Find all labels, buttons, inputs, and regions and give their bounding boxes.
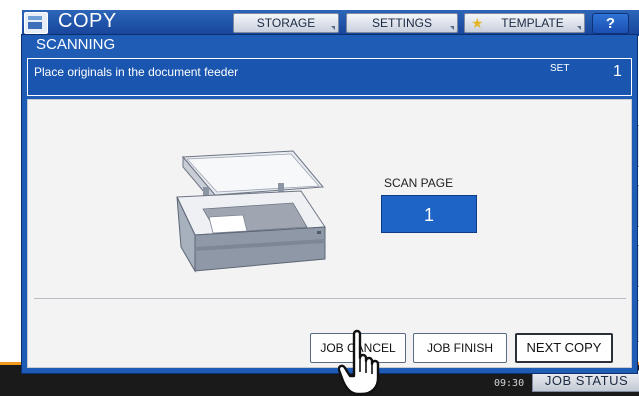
scanner-icon <box>176 150 326 273</box>
storage-tab[interactable]: STORAGE <box>233 13 339 33</box>
scan-page-count: 1 <box>381 195 477 233</box>
settings-tab-label: SETTINGS <box>371 16 432 30</box>
clock: 09:30 <box>494 378 525 389</box>
help-icon[interactable]: ? <box>592 13 629 34</box>
message-text: Place originals in the document feeder <box>34 65 239 79</box>
scan-page-label: SCAN PAGE <box>384 176 454 190</box>
job-finish-button[interactable]: JOB FINISH <box>413 333 507 363</box>
set-label: SET <box>550 63 570 74</box>
template-tab[interactable]: ★ TEMPLATE <box>464 13 585 33</box>
star-icon: ★ <box>471 15 484 31</box>
next-copy-button[interactable]: NEXT COPY <box>515 333 613 363</box>
button-divider <box>34 298 626 299</box>
hand-pointer-icon <box>338 329 380 396</box>
dialog-title: SCANNING <box>36 36 116 53</box>
screen: COPY STORAGE SETTINGS ★ TEMPLATE ? 09:30… <box>0 0 639 396</box>
storage-tab-label: STORAGE <box>256 16 316 30</box>
template-tab-label: TEMPLATE <box>501 16 564 30</box>
settings-tab[interactable]: SETTINGS <box>346 13 458 33</box>
set-count: 1 <box>613 63 622 80</box>
copy-app-icon <box>24 12 48 34</box>
app-title: COPY <box>58 10 117 32</box>
